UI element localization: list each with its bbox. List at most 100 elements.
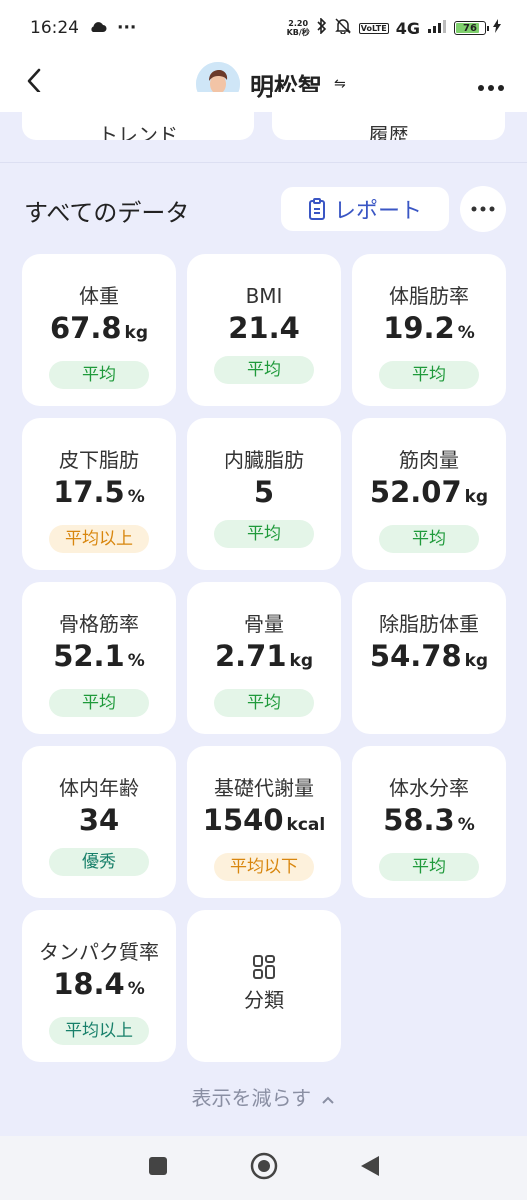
metric-card-visceral-fat[interactable]: 内臓脂肪 5 平均 — [187, 418, 341, 570]
metric-value: 19.2% — [352, 310, 506, 351]
metric-card-subcutaneous-fat[interactable]: 皮下脂肪 17.5% 平均以上 — [22, 418, 176, 570]
bluetooth-icon — [317, 17, 327, 38]
metric-card-muscle-mass[interactable]: 筋肉量 52.07 kg 平均 — [352, 418, 506, 570]
classify-button[interactable]: 分類 — [187, 910, 341, 1062]
chevron-up-icon — [322, 1096, 335, 1104]
top-cards-row: トレンド 履歴 — [22, 92, 505, 142]
metric-label: 除脂肪体重 — [379, 612, 479, 636]
trend-label: トレンド — [98, 123, 178, 140]
metric-number: 2.71 — [214, 639, 287, 673]
metric-card-body-age[interactable]: 体内年齢 34 優秀 — [22, 746, 176, 898]
metric-value: 21.4 — [187, 310, 341, 346]
metric-value: 5 — [187, 474, 341, 510]
metric-label: 体水分率 — [389, 776, 469, 800]
status-badge: 平均 — [49, 361, 149, 389]
metric-card-bmi[interactable]: BMI 21.4 平均 — [187, 254, 341, 406]
status-badge: 平均 — [214, 356, 314, 384]
metric-unit: kg — [124, 323, 149, 343]
section-title: すべてのデータ — [24, 198, 190, 227]
metric-number: 17.5 — [53, 475, 125, 509]
metric-value: 54.78 kg — [352, 638, 506, 679]
signal-icon — [427, 19, 447, 37]
status-left: 16:24 ··· — [30, 18, 136, 38]
metric-value: 17.5% — [22, 474, 176, 515]
metric-unit: % — [457, 815, 475, 835]
metric-unit: kg — [464, 651, 489, 671]
metric-unit: % — [457, 323, 475, 343]
metric-label: 体脂肪率 — [389, 284, 469, 308]
report-button[interactable]: レポート — [281, 187, 449, 231]
recents-button[interactable] — [148, 1156, 168, 1180]
metric-unit: % — [127, 979, 145, 999]
trend-card[interactable]: トレンド — [22, 92, 254, 140]
status-right: 2.20 KB/秒 VoLTE 4G 76 — [287, 17, 501, 38]
status-badge: 平均 — [379, 525, 479, 553]
square-icon — [148, 1157, 167, 1175]
status-time: 16:24 — [30, 18, 79, 38]
status-badge: 平均 — [379, 853, 479, 881]
charging-icon — [493, 19, 501, 37]
status-badge: 平均以下 — [214, 853, 314, 881]
metric-value: 58.3% — [352, 802, 506, 843]
show-less-button[interactable]: 表示を減らす — [0, 1082, 527, 1111]
metric-card-body-fat[interactable]: 体脂肪率 19.2% 平均 — [352, 254, 506, 406]
status-badge: 平均 — [214, 689, 314, 717]
show-less-label: 表示を減らす — [191, 1086, 312, 1110]
chevron-left-icon — [27, 68, 41, 93]
network-speed: 2.20 KB/秒 — [287, 19, 310, 37]
volte-badge: VoLTE — [358, 22, 389, 34]
metric-unit: % — [127, 651, 145, 671]
back-nav-button[interactable] — [360, 1155, 380, 1181]
net-speed-value: 2.20 — [288, 19, 309, 28]
metric-value: 2.71 kg — [187, 638, 341, 679]
metric-number: 34 — [78, 803, 120, 837]
metric-value: 67.8 kg — [22, 310, 176, 351]
network-type: 4G — [395, 18, 420, 38]
metric-unit: kg — [289, 651, 314, 671]
more-horizontal-icon — [478, 85, 504, 91]
history-card[interactable]: 履歴 — [272, 92, 505, 140]
metric-unit: kcal — [286, 815, 326, 835]
metric-card-lean-mass[interactable]: 除脂肪体重 54.78 kg — [352, 582, 506, 734]
section-header: すべてのデータ レポート — [24, 186, 507, 234]
metric-label: 骨量 — [244, 612, 284, 636]
metric-number: 54.78 — [369, 639, 462, 673]
metric-card-bmr[interactable]: 基礎代謝量 1540 kcal 平均以下 — [187, 746, 341, 898]
metric-number: 19.2 — [383, 311, 455, 345]
metric-number: 18.4 — [53, 967, 125, 1001]
metric-card-protein[interactable]: タンパク質率 18.4% 平均以上 — [22, 910, 176, 1062]
section-more-button[interactable] — [460, 186, 506, 232]
status-badge: 優秀 — [49, 848, 149, 876]
metric-label: BMI — [245, 284, 283, 308]
metric-number: 67.8 — [49, 311, 122, 345]
net-speed-unit: KB/秒 — [286, 28, 310, 37]
metric-card-bone-mass[interactable]: 骨量 2.71 kg 平均 — [187, 582, 341, 734]
mute-icon — [334, 18, 352, 38]
metric-label: 体重 — [79, 284, 119, 308]
metric-number: 5 — [253, 475, 275, 509]
report-label: レポート — [333, 199, 422, 224]
home-button[interactable] — [250, 1152, 278, 1184]
metric-number: 21.4 — [228, 311, 300, 345]
more-notifications-icon: ··· — [117, 18, 137, 38]
more-horizontal-icon — [471, 206, 495, 212]
metric-number: 52.07 — [369, 475, 462, 509]
history-label: 履歴 — [368, 123, 409, 140]
switch-user-icon: ⇋ — [334, 76, 346, 92]
metric-label: 体内年齢 — [59, 776, 139, 800]
status-badge: 平均以上 — [49, 1017, 149, 1045]
metric-card-body-water[interactable]: 体水分率 58.3% 平均 — [352, 746, 506, 898]
divider — [0, 162, 527, 163]
status-badge: 平均 — [49, 689, 149, 717]
metric-unit: % — [127, 487, 145, 507]
metric-value: 18.4% — [22, 966, 176, 1007]
metric-label: 骨格筋率 — [59, 612, 139, 636]
battery-level: 76 — [463, 22, 477, 34]
metric-card-weight[interactable]: 体重 67.8 kg 平均 — [22, 254, 176, 406]
home-circle-icon — [250, 1152, 277, 1180]
metric-card-skeletal-muscle[interactable]: 骨格筋率 52.1% 平均 — [22, 582, 176, 734]
clipboard-icon — [308, 198, 325, 220]
cloud-icon — [89, 18, 107, 38]
metric-value: 34 — [22, 802, 176, 838]
metric-label: タンパク質率 — [39, 940, 159, 964]
